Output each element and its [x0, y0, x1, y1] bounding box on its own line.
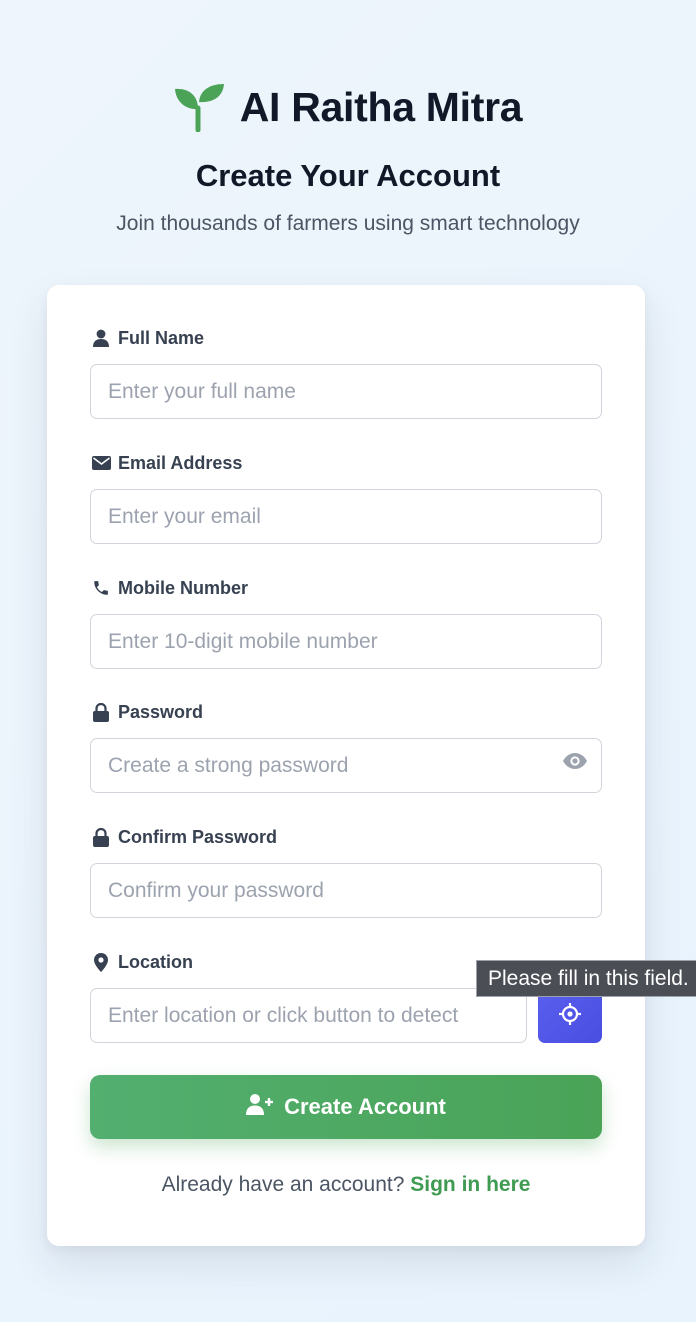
- signup-card: Full Name Email Address Mobile Number: [47, 285, 645, 1246]
- full-name-input[interactable]: [90, 364, 602, 419]
- password-input-wrap: [90, 723, 602, 793]
- page-title: Create Your Account: [195, 158, 501, 193]
- password-label: Password: [118, 701, 204, 722]
- signin-prompt: Already have an account? Sign in here: [47, 1173, 645, 1197]
- eye-icon[interactable]: [562, 752, 588, 775]
- location-input[interactable]: [90, 988, 527, 1043]
- mobile-field: Mobile Number: [90, 577, 602, 669]
- location-label: Location: [118, 951, 193, 972]
- app-title: AI Raitha Mitra: [239, 83, 523, 130]
- brand: AI Raitha Mitra: [0, 82, 696, 132]
- email-input[interactable]: [90, 489, 602, 544]
- create-account-label: Create Account: [284, 1094, 446, 1119]
- mobile-label: Mobile Number: [118, 577, 249, 598]
- mobile-input[interactable]: [90, 614, 602, 669]
- confirm-password-input[interactable]: [90, 863, 602, 918]
- full-name-label: Full Name: [118, 327, 205, 348]
- signin-link[interactable]: Sign in here: [410, 1173, 530, 1196]
- full-name-label-row: Full Name: [90, 327, 602, 349]
- full-name-field: Full Name: [90, 327, 602, 419]
- password-input[interactable]: [90, 738, 602, 793]
- email-label: Email Address: [118, 452, 243, 473]
- seedling-icon: [174, 82, 226, 132]
- email-label-row: Email Address: [90, 452, 602, 474]
- lock-icon: [90, 827, 112, 847]
- mobile-label-row: Mobile Number: [90, 577, 602, 599]
- crosshair-icon: [559, 1003, 581, 1028]
- map-pin-icon: [90, 952, 112, 972]
- validation-tooltip: Please fill in this field.: [476, 960, 696, 997]
- confirm-password-label-row: Confirm Password: [90, 826, 602, 848]
- confirm-password-label: Confirm Password: [118, 826, 278, 847]
- user-icon: [90, 329, 112, 347]
- create-account-button[interactable]: Create Account: [90, 1075, 602, 1139]
- lock-icon: [90, 702, 112, 722]
- password-field: Password: [90, 701, 602, 793]
- phone-icon: [90, 579, 112, 597]
- password-label-row: Password: [90, 701, 602, 723]
- envelope-icon: [90, 456, 112, 470]
- confirm-password-field: Confirm Password: [90, 826, 602, 918]
- email-field: Email Address: [90, 452, 602, 544]
- user-plus-icon: [246, 1093, 284, 1121]
- page-subtitle: Join thousands of farmers using smart te…: [116, 212, 580, 235]
- signin-prompt-text: Already have an account?: [161, 1173, 405, 1196]
